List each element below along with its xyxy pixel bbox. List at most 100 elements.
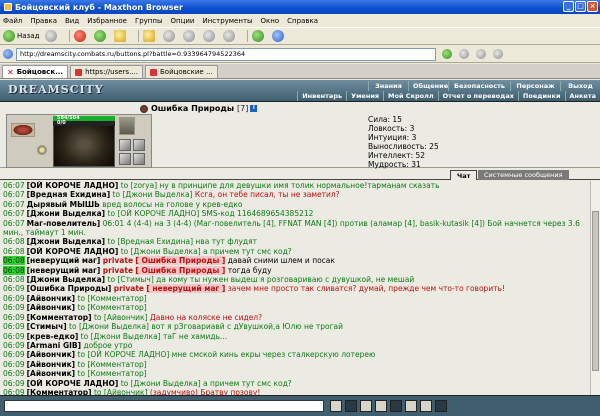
chat-nick[interactable]: [Айвончик]: [27, 360, 76, 369]
tab-system-messages[interactable]: Системные сообщения: [478, 170, 569, 180]
chat-nick[interactable]: [неверущий маг]: [27, 266, 101, 275]
chat-target[interactable]: [ОЙ КОРОЧЕ ЛАДНО]: [117, 209, 199, 218]
chat-target[interactable]: [Джони Выделка]: [91, 332, 161, 341]
chat-scrollbar[interactable]: [590, 181, 600, 395]
send-icon[interactable]: [330, 400, 342, 412]
ring-slot[interactable]: [37, 145, 47, 155]
chat-target[interactable]: [Комментатор]: [87, 294, 146, 303]
speed-icon[interactable]: [435, 400, 447, 412]
chat-nick[interactable]: [Айвончик]: [27, 350, 76, 359]
chat-target[interactable]: [Айвончик]: [104, 313, 148, 322]
close-tab-icon[interactable]: ✕: [7, 68, 14, 76]
chat-nick[interactable]: [ОЙ КОРОЧЕ ЛАДНО]: [27, 181, 119, 190]
nav-knowledge[interactable]: Знания: [368, 81, 408, 91]
chat-target[interactable]: [Джони Выделка]: [122, 190, 192, 199]
go-button[interactable]: [252, 30, 266, 42]
search-icon[interactable]: [459, 49, 469, 59]
menu-edit[interactable]: Правка: [30, 17, 57, 25]
chat-nick[interactable]: [Джони Выделка]: [27, 237, 106, 246]
chat-target[interactable]: [zorya]: [131, 181, 158, 190]
menu-view[interactable]: Вид: [65, 17, 79, 25]
home-button[interactable]: [114, 30, 128, 42]
refresh-chat-icon[interactable]: [405, 400, 417, 412]
tab-combats-2[interactable]: Бойцовские ...: [144, 65, 218, 78]
chat-target[interactable]: [ Ошибка Природы ]: [135, 256, 226, 266]
font-button[interactable]: [223, 30, 237, 42]
translit-icon[interactable]: [390, 400, 402, 412]
chat-nick[interactable]: [ОЙ КОРОЧЕ ЛАДНО]: [27, 379, 119, 388]
nav-skills[interactable]: Умения: [346, 91, 383, 101]
tab-combats-1[interactable]: ✕ Бойцовск...: [2, 65, 69, 78]
helmet-slot[interactable]: [119, 117, 135, 135]
chat-target[interactable]: [ неверущий маг ]: [146, 284, 226, 294]
menu-favorites[interactable]: Избранное: [87, 17, 127, 25]
chat-nick[interactable]: [Айвончик]: [27, 294, 76, 303]
chat-target[interactable]: [ОЙ КОРОЧЕ ЛАДНО]: [87, 350, 169, 359]
chat-target[interactable]: [Комментатор]: [87, 369, 146, 378]
close-icon[interactable]: [493, 49, 503, 59]
stop-button[interactable]: [74, 30, 88, 42]
nav-character[interactable]: Персонаж: [510, 81, 560, 91]
settings-icon[interactable]: [476, 49, 486, 59]
nav-my-scroll[interactable]: Мой Скролл: [383, 91, 438, 101]
filter-icon[interactable]: [360, 400, 372, 412]
chat-nick[interactable]: [Ошибка Природы]: [27, 284, 112, 293]
weapon-slot[interactable]: [133, 153, 145, 165]
minimize-button[interactable]: _: [563, 1, 574, 12]
weapon-slot[interactable]: [119, 153, 131, 165]
chat-nick[interactable]: [Джони Выделка]: [27, 275, 106, 284]
menu-file[interactable]: Файл: [3, 17, 22, 25]
nav-security[interactable]: Безопасность: [448, 81, 510, 91]
chat-nick[interactable]: [крев-едко]: [27, 332, 79, 341]
scrollbar-thumb[interactable]: [592, 211, 599, 371]
clear-icon[interactable]: [345, 400, 357, 412]
settings-icon[interactable]: [420, 400, 432, 412]
nav-battles[interactable]: Поединки: [517, 91, 565, 101]
refresh-button[interactable]: [94, 30, 108, 42]
menu-window[interactable]: Окно: [261, 17, 280, 25]
tab-chat[interactable]: Чат: [450, 170, 478, 180]
chat-nick[interactable]: [Armani GIB]: [27, 341, 81, 350]
chat-nick[interactable]: [Айвончик]: [27, 303, 76, 312]
info-icon[interactable]: i: [250, 105, 258, 112]
chat-nick[interactable]: Дырявый МЫШЬ: [27, 200, 100, 209]
nav-profile[interactable]: Анкета: [564, 91, 600, 101]
chat-nick[interactable]: Маг-повелитель]: [27, 219, 101, 228]
print-button[interactable]: [203, 30, 217, 42]
smiley-icon[interactable]: [375, 400, 387, 412]
globe-button[interactable]: [272, 30, 286, 42]
amulet-slot[interactable]: [11, 123, 35, 137]
forward-button[interactable]: [45, 30, 59, 42]
favorites-button[interactable]: [143, 30, 157, 42]
chat-target[interactable]: [Вредная Ехидина]: [117, 237, 193, 246]
menu-tools[interactable]: Инструменты: [202, 17, 252, 25]
chat-nick[interactable]: [неверущий маг]: [27, 256, 101, 265]
chat-nick[interactable]: [Стимыч]: [27, 322, 67, 331]
chat-nick[interactable]: [Комментатор]: [27, 313, 92, 322]
chat-nick[interactable]: [Комментатор]: [27, 388, 92, 395]
menu-groups[interactable]: Группы: [135, 17, 163, 25]
chat-nick[interactable]: [ОЙ КОРОЧЕ ЛАДНО]: [27, 247, 119, 256]
character-name-text[interactable]: Ошибка Природы: [151, 104, 234, 113]
nav-transfer-report[interactable]: Отчет о переводах: [437, 91, 518, 101]
chat-input[interactable]: [4, 400, 324, 412]
chat-target[interactable]: [Комментатор]: [87, 360, 146, 369]
chat-nick[interactable]: [Вредная Ехидина]: [27, 190, 111, 199]
url-input[interactable]: http://dreamscity.combats.ru/buttons.pl?…: [16, 47, 436, 61]
history-button[interactable]: [163, 30, 177, 42]
close-button[interactable]: ×: [587, 1, 598, 12]
weapon-slot[interactable]: [133, 139, 145, 151]
chat-target[interactable]: [Айвончик]: [104, 388, 148, 395]
chat-target[interactable]: [Джони Выделка]: [131, 379, 201, 388]
chat-target[interactable]: [Стимыч]: [117, 275, 153, 284]
maximize-button[interactable]: □: [575, 1, 586, 12]
chat-target[interactable]: [Джони Выделка]: [131, 247, 201, 256]
chat-nick[interactable]: [Айвончик]: [27, 369, 76, 378]
nav-exit[interactable]: Выход: [560, 81, 600, 91]
tab-users[interactable]: https://users....: [70, 65, 143, 78]
back-button[interactable]: Назад: [3, 30, 39, 42]
chat-target[interactable]: [Комментатор]: [87, 303, 146, 312]
menu-help[interactable]: Справка: [287, 17, 318, 25]
chat-nick[interactable]: [Джони Выделка]: [27, 209, 106, 218]
chat-target[interactable]: [ Ошибка Природы ]: [135, 265, 226, 275]
